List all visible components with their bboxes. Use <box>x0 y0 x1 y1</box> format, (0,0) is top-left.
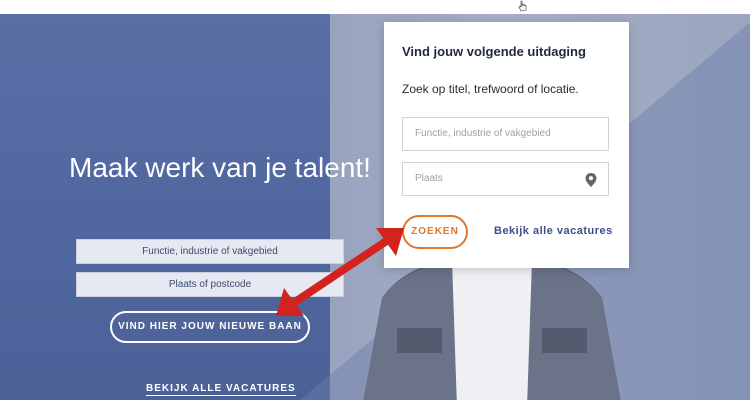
function-search-input[interactable]: Functie, industrie of vakgebied <box>402 117 609 151</box>
location-search-input[interactable]: Plaats <box>402 162 609 196</box>
all-vacancies-link[interactable]: Bekijk alle vacatures <box>494 225 613 237</box>
search-card: Vind jouw volgende uitdaging Zoek op tit… <box>384 22 629 268</box>
hand-cursor-icon <box>518 0 527 12</box>
search-card-title: Vind jouw volgende uitdaging <box>402 44 586 59</box>
hero-all-vacancies-link[interactable]: BEKIJK ALLE VACATURES <box>146 383 296 396</box>
search-card-subtitle: Zoek op titel, trefwoord of locatie. <box>402 82 579 96</box>
page: Maak werk van je talent! Functie, indust… <box>0 0 750 400</box>
location-placeholder: Plaats <box>415 173 443 184</box>
double-arrow-icon <box>276 228 404 316</box>
hero-title: Maak werk van je talent! <box>69 152 371 183</box>
top-bar <box>0 0 750 14</box>
search-button[interactable]: ZOEKEN <box>402 215 468 249</box>
map-pin-icon <box>585 173 597 187</box>
